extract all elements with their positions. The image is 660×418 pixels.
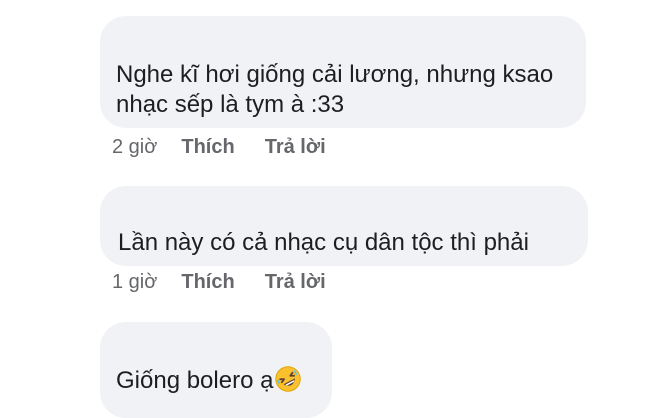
comment-text-wrapper: Giống bolero ạ bbox=[116, 364, 302, 398]
reply-button[interactable]: Trả lời bbox=[265, 136, 326, 159]
like-button[interactable]: Thích bbox=[181, 136, 234, 159]
like-button[interactable]: Thích bbox=[181, 271, 234, 294]
comment-text-line: Nghe kĩ hơi giống cải lương, nhưng ksao bbox=[116, 61, 554, 88]
comment-meta: 1 giờ Thích Trả lời bbox=[112, 271, 356, 294]
comment-timestamp[interactable]: 2 giờ bbox=[112, 136, 157, 159]
rolling-on-the-floor-laughing-emoji-icon bbox=[275, 366, 302, 392]
comment-text-line: nhạc sếp là tym à :33 bbox=[116, 91, 345, 118]
comment-text-line: Giống bolero ạ bbox=[116, 367, 274, 394]
comment-text-line: Lần này có cả nhạc cụ dân tộc thì phải bbox=[118, 229, 529, 256]
comment-timestamp[interactable]: 1 giờ bbox=[112, 271, 157, 294]
reply-button[interactable]: Trả lời bbox=[265, 271, 326, 294]
comment-meta: 2 giờ Thích Trả lời bbox=[112, 136, 356, 159]
